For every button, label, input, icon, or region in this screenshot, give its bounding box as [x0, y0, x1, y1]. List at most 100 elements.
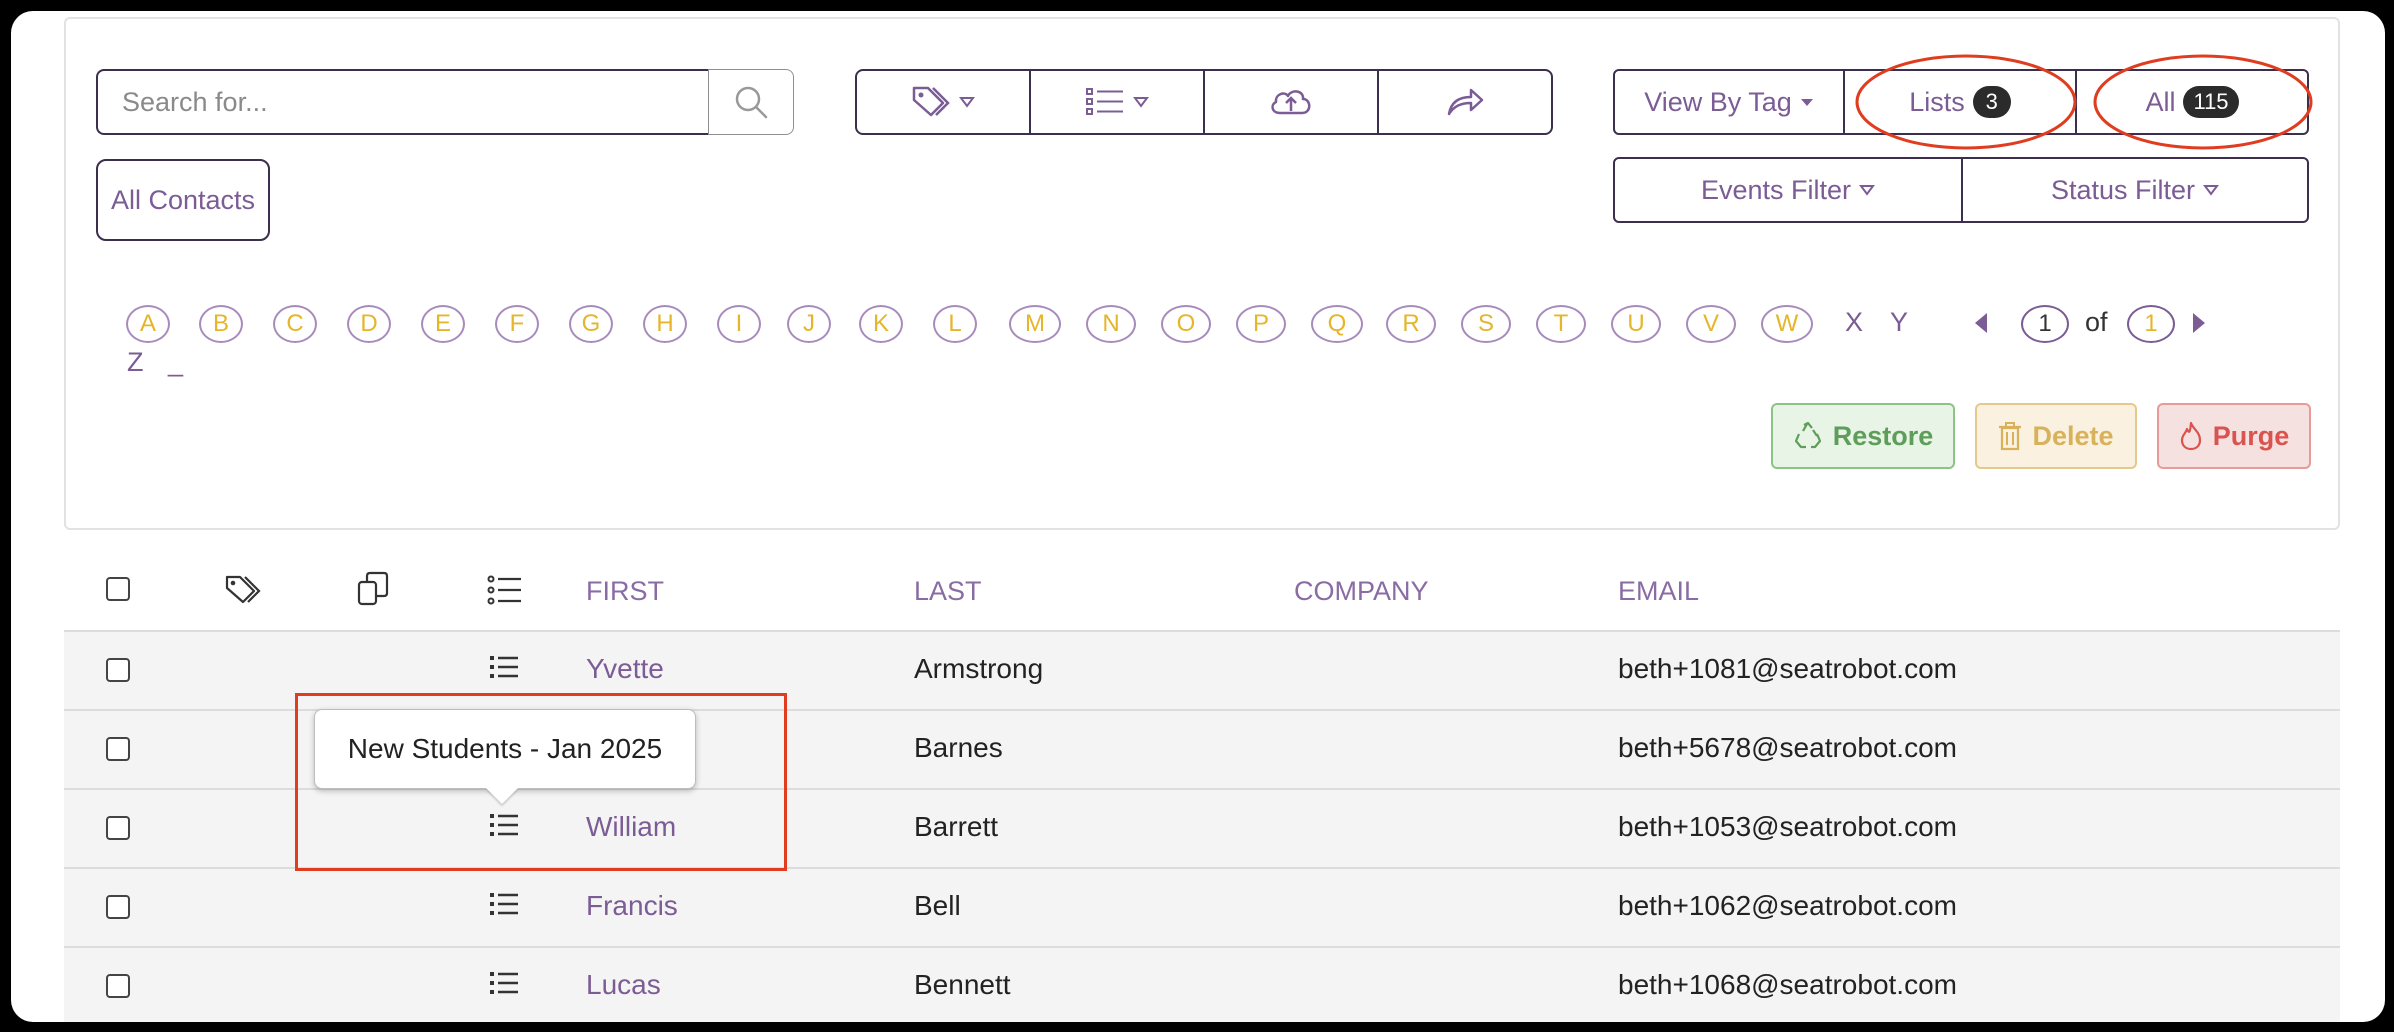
letter-filter[interactable]: Q: [1311, 305, 1363, 343]
recycle-icon: [1794, 421, 1821, 449]
caret-down-icon: [1859, 185, 1876, 196]
share-button[interactable]: [1377, 69, 1553, 135]
letter-filter[interactable]: X: [1845, 307, 1863, 338]
column-header-company[interactable]: COMPANY: [1294, 576, 1429, 607]
search-button[interactable]: [708, 69, 794, 135]
letter-filter[interactable]: _: [168, 347, 183, 378]
letter-filter[interactable]: O: [1161, 305, 1211, 343]
list-icon[interactable]: [489, 654, 519, 680]
email-cell: beth+1081@seatrobot.com: [1618, 653, 1957, 684]
column-header-last[interactable]: LAST: [914, 576, 982, 607]
tag-icon: [225, 575, 261, 604]
letter-filter[interactable]: C: [273, 305, 317, 343]
restore-button[interactable]: Restore: [1771, 403, 1955, 469]
letter-filter[interactable]: V: [1686, 305, 1736, 343]
tag-dropdown-button[interactable]: [855, 69, 1031, 135]
first-name-link[interactable]: Lucas: [586, 969, 661, 1001]
letter-filter[interactable]: T: [1536, 305, 1586, 343]
table-row[interactable]: [64, 867, 2340, 946]
caret-down-icon: [1800, 99, 1813, 106]
letter-filter[interactable]: K: [859, 305, 903, 343]
app-frame: Search for... View By Tag Lists 3 All 11…: [11, 11, 2385, 1022]
row-checkbox[interactable]: [106, 658, 130, 682]
all-contacts-button[interactable]: All Contacts: [96, 159, 270, 241]
view-by-tag-label: View By Tag: [1644, 86, 1792, 117]
letter-filter[interactable]: F: [495, 305, 539, 343]
email-cell: beth+1062@seatrobot.com: [1618, 890, 1957, 921]
cloud-upload-icon: [1271, 90, 1311, 115]
letter-filter[interactable]: G: [569, 305, 613, 343]
last-name-cell: Armstrong: [914, 653, 1044, 684]
letter-filter[interactable]: E: [421, 305, 465, 343]
list-icon: [487, 575, 521, 605]
row-checkbox[interactable]: [106, 816, 130, 840]
search-input[interactable]: Search for...: [96, 69, 708, 135]
letter-filter[interactable]: Y: [1890, 307, 1908, 338]
list-icon[interactable]: [489, 970, 519, 996]
email-cell: beth+1068@seatrobot.com: [1618, 969, 1957, 1000]
caret-down-icon: [2203, 185, 2220, 196]
last-name-cell: Bennett: [914, 969, 1011, 1000]
page-of-label: of: [2085, 307, 2108, 337]
letter-filter[interactable]: D: [347, 305, 391, 343]
list-icon[interactable]: [489, 891, 519, 917]
letter-filter[interactable]: H: [643, 305, 687, 343]
share-icon: [1447, 88, 1484, 116]
copy-icon: [357, 571, 389, 606]
letter-filter[interactable]: M: [1009, 305, 1061, 343]
upload-button[interactable]: [1203, 69, 1379, 135]
all-contacts-label: All Contacts: [110, 184, 256, 215]
events-filter-label: Events Filter: [1700, 174, 1852, 205]
last-name-cell: Barnes: [914, 732, 1003, 763]
current-page[interactable]: 1: [2021, 305, 2069, 343]
letter-filter[interactable]: N: [1086, 305, 1136, 343]
tag-icon: [912, 86, 950, 117]
annotation-ellipse: [1855, 54, 2077, 150]
first-name-link[interactable]: Yvette: [586, 653, 664, 685]
caret-down-icon: [959, 97, 975, 108]
letter-filter[interactable]: U: [1611, 305, 1661, 343]
trash-icon: [1999, 422, 2022, 451]
letter-filter[interactable]: S: [1461, 305, 1511, 343]
delete-label: Delete: [2032, 420, 2114, 451]
caret-down-icon: [1133, 97, 1149, 108]
table-row[interactable]: [64, 946, 2340, 1022]
status-filter-label: Status Filter: [2050, 174, 2196, 205]
last-name-cell: Bell: [914, 890, 961, 921]
letter-filter[interactable]: L: [933, 305, 977, 343]
annotation-rectangle: [295, 693, 787, 871]
fire-icon: [2180, 421, 2201, 451]
status-filter-button[interactable]: Status Filter: [1961, 157, 2309, 223]
total-pages: 1: [2127, 305, 2175, 343]
events-filter-button[interactable]: Events Filter: [1613, 157, 1963, 223]
column-header-email[interactable]: EMAIL: [1618, 576, 1699, 607]
last-name-cell: Barrett: [914, 811, 999, 842]
next-page-icon[interactable]: [2191, 311, 2209, 335]
list-icon: [1086, 88, 1123, 115]
restore-label: Restore: [1832, 420, 1934, 451]
list-dropdown-button[interactable]: [1029, 69, 1205, 135]
delete-button[interactable]: Delete: [1975, 403, 2137, 469]
search-icon: [735, 86, 768, 119]
view-by-tag-button[interactable]: View By Tag: [1613, 69, 1845, 135]
letter-filter[interactable]: R: [1386, 305, 1436, 343]
letter-filter[interactable]: J: [787, 305, 831, 343]
email-cell: beth+5678@seatrobot.com: [1618, 732, 1957, 763]
column-header-first[interactable]: FIRST: [586, 576, 664, 607]
purge-label: Purge: [2212, 420, 2290, 451]
select-all-checkbox[interactable]: [106, 577, 130, 601]
row-checkbox[interactable]: [106, 895, 130, 919]
row-checkbox[interactable]: [106, 974, 130, 998]
email-cell: beth+1053@seatrobot.com: [1618, 811, 1957, 842]
letter-filter[interactable]: I: [717, 305, 761, 343]
purge-button[interactable]: Purge: [2157, 403, 2311, 469]
row-checkbox[interactable]: [106, 737, 130, 761]
prev-page-icon[interactable]: [1971, 311, 1989, 335]
letter-filter[interactable]: A: [126, 305, 170, 343]
first-name-link[interactable]: Francis: [586, 890, 678, 922]
letter-filter[interactable]: P: [1236, 305, 1286, 343]
letter-filter[interactable]: Z: [127, 347, 144, 378]
search-placeholder: Search for...: [122, 86, 268, 117]
letter-filter[interactable]: W: [1761, 305, 1813, 343]
letter-filter[interactable]: B: [199, 305, 243, 343]
